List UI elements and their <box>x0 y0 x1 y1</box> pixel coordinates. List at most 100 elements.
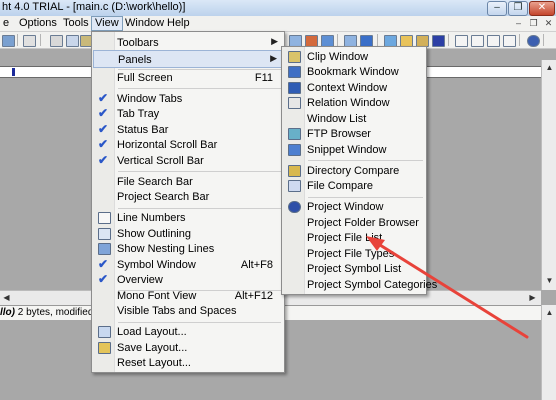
menu-item-reset-layout[interactable]: Reset Layout... <box>93 354 283 372</box>
menu-view[interactable]: View <box>91 16 123 31</box>
menu-item-label: Horizontal Scroll Bar <box>117 139 218 151</box>
menu-item-visible-tabs-and-spaces[interactable]: Visible Tabs and Spaces <box>93 302 283 320</box>
layout-icon[interactable] <box>487 35 500 47</box>
menu-window[interactable]: Window <box>122 17 167 30</box>
checkmark-icon: ✔ <box>98 257 109 271</box>
panel-item-snippet-window[interactable]: Snippet Window <box>283 141 425 159</box>
mdi-close-button[interactable]: ✕ <box>542 17 555 29</box>
menu-item-label: Toolbars <box>117 37 159 49</box>
restore-button[interactable]: ❐ <box>508 1 528 16</box>
menu-item-shortcut: F11 <box>254 72 273 84</box>
checkmark-icon: ✔ <box>98 106 109 120</box>
relation-window-icon <box>288 97 301 109</box>
menu-item-label: Reset Layout... <box>117 357 191 369</box>
panel-item-file-compare[interactable]: File Compare <box>283 177 425 195</box>
vertical-scrollbar[interactable]: ▲ ▼ <box>541 60 556 290</box>
columns-icon[interactable] <box>503 35 516 47</box>
menu-item-label: Project File Types <box>307 248 395 260</box>
save-layout-icon <box>98 342 111 354</box>
toolbar-separator <box>543 34 544 46</box>
menu-item-label: Load Layout... <box>117 326 187 338</box>
menu-item-vertical-scroll-bar[interactable]: ✔ Vertical Scroll Bar <box>93 152 283 170</box>
copy-icon[interactable] <box>66 35 79 47</box>
settings-icon[interactable] <box>527 35 540 47</box>
menu-item-label: Full Screen <box>117 72 173 84</box>
tile-icon[interactable] <box>455 35 468 47</box>
menu-item-label: Show Outlining <box>117 228 191 240</box>
scroll-right-icon[interactable]: ▶ <box>526 291 539 304</box>
outline-icon <box>98 228 111 240</box>
cut-icon[interactable] <box>50 35 63 47</box>
menu-item-shortcut: Alt+F8 <box>240 259 273 271</box>
menu-item-label: Project Search Bar <box>117 191 210 203</box>
scroll-down-icon[interactable]: ▼ <box>543 274 556 287</box>
view-menu: Toolbars ▶ Panels ▶ Full Screen F11 ✔ Wi… <box>91 31 285 373</box>
menu-item-label: Panels <box>118 54 152 66</box>
menu-separator <box>118 171 281 172</box>
checkmark-icon: ✔ <box>98 137 109 151</box>
project-window-icon <box>288 201 301 213</box>
submenu-arrow-icon: ▶ <box>271 36 278 46</box>
menu-options[interactable]: Options <box>16 17 60 30</box>
panels-submenu: Clip Window Bookmark Window Context Wind… <box>281 46 437 295</box>
ftp-icon <box>288 128 301 140</box>
context-window-icon <box>288 82 301 94</box>
panel-item-project-symbol-categories[interactable]: Project Symbol Categories <box>283 276 437 294</box>
menu-item-label: Save Layout... <box>117 342 188 354</box>
checkmark-icon: ✔ <box>98 122 109 136</box>
menu-item-label: Context Window <box>307 82 388 94</box>
menu-item-label: Relation Window <box>307 97 390 109</box>
open-icon[interactable] <box>2 35 15 47</box>
menu-help[interactable]: Help <box>164 17 193 30</box>
menu-item-label: Visible Tabs and Spaces <box>117 305 237 317</box>
scroll-left-icon[interactable]: ◀ <box>0 291 13 304</box>
menu-item-label: Bookmark Window <box>307 66 399 78</box>
scroll-up-icon[interactable]: ▲ <box>543 306 556 319</box>
menu-item-label: Clip Window <box>307 51 369 63</box>
menu-bar: e Options Tools View Window Help – ❐ ✕ <box>0 16 556 32</box>
menu-item-label: Project Window <box>307 201 384 213</box>
menu-item-label: Project Folder Browser <box>307 217 419 229</box>
menu-item-label: File Compare <box>307 180 374 192</box>
menu-item-label: Overview <box>117 274 163 286</box>
menu-tools[interactable]: Tools <box>60 17 92 30</box>
split-icon[interactable] <box>471 35 484 47</box>
caret-marker <box>12 68 15 76</box>
load-layout-icon <box>98 326 111 338</box>
menu-item-full-screen[interactable]: Full Screen F11 <box>93 69 283 87</box>
nesting-lines-icon <box>98 243 111 255</box>
toolbar-separator <box>448 34 449 46</box>
mdi-restore-button[interactable]: ❐ <box>527 17 540 29</box>
menu-item-project-search-bar[interactable]: Project Search Bar <box>93 188 283 206</box>
menu-separator <box>308 160 423 161</box>
menu-item-panels[interactable]: Panels ▶ <box>93 50 283 68</box>
snippet-icon <box>288 144 301 156</box>
menu-item-label: Vertical Scroll Bar <box>117 155 204 167</box>
toolbar-separator <box>17 34 18 46</box>
window-title: ht 4.0 TRIAL - [main.c (D:\work\hello)] <box>2 1 186 13</box>
menu-item-label: Window List <box>307 113 367 125</box>
menu-item-shortcut: Alt+F12 <box>234 290 273 302</box>
menu-file[interactable]: e <box>0 17 12 30</box>
close-button[interactable]: ✕ <box>529 1 555 16</box>
lower-scrollbar[interactable]: ▲ <box>541 305 556 400</box>
print-icon[interactable] <box>23 35 36 47</box>
menu-item-label: FTP Browser <box>307 128 371 140</box>
toolbar-separator <box>40 34 41 46</box>
line-numbers-icon <box>98 212 111 224</box>
pane-name: llo) <box>0 307 15 318</box>
toolbar-separator <box>337 34 338 46</box>
checkmark-icon: ✔ <box>98 272 109 286</box>
refresh-icon[interactable] <box>432 35 445 47</box>
menu-item-label: Line Numbers <box>117 212 186 224</box>
menu-item-label: Snippet Window <box>307 144 387 156</box>
checkmark-icon: ✔ <box>98 91 109 105</box>
mdi-minimize-button[interactable]: – <box>512 17 525 29</box>
checkmark-icon: ✔ <box>98 153 109 167</box>
scroll-up-icon[interactable]: ▲ <box>543 61 556 74</box>
menu-item-label: Project Symbol List <box>307 263 402 275</box>
menu-item-label: Directory Compare <box>307 165 400 177</box>
toolbar-separator <box>377 34 378 46</box>
minimize-button[interactable]: – <box>487 1 507 16</box>
title-bar: ht 4.0 TRIAL - [main.c (D:\work\hello)] … <box>0 0 556 17</box>
